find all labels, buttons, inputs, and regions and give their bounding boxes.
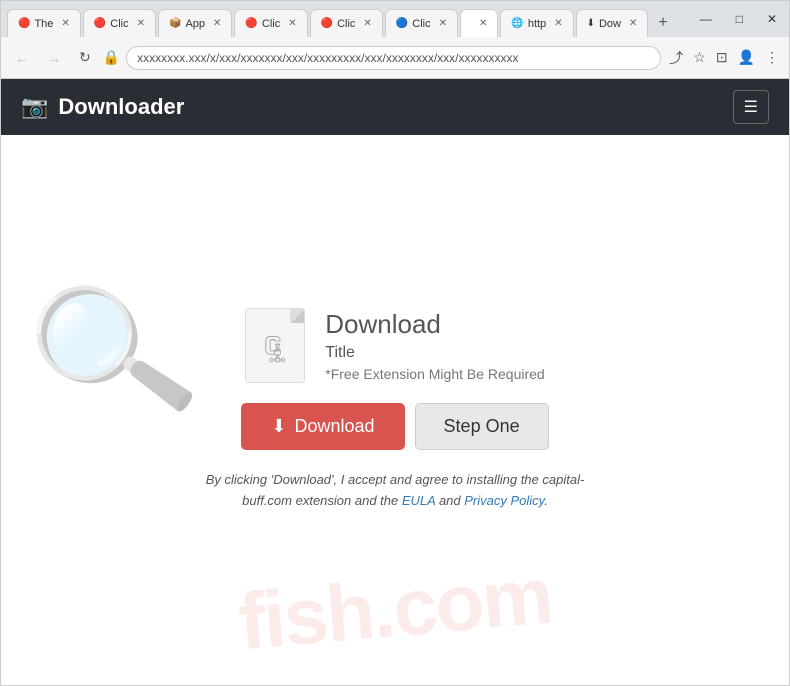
tab-1[interactable]: 🔴 The ✕	[7, 9, 81, 37]
card-subtitle: Title	[325, 344, 544, 362]
tab-6-label: Clic	[412, 18, 430, 30]
split-icon[interactable]: ⊡	[714, 47, 730, 68]
tab-9-label: Dow	[599, 18, 621, 30]
navbar: 📷 Downloader ☰	[1, 79, 789, 135]
file-icon: 🗜	[245, 308, 305, 383]
card-note: *Free Extension Might Be Required	[325, 366, 544, 382]
tab-1-icon: 🔴	[18, 18, 30, 29]
tab-5-icon: 🔴	[321, 18, 333, 29]
card-info: Download Title *Free Extension Might Be …	[325, 309, 544, 382]
refresh-button[interactable]: ↻	[73, 45, 97, 70]
browser-frame: 🔴The✕ 🔴Clic✕ 📦App✕ 🔴Clic✕ 🔴Clic✕ 🔵Clic✕ …	[0, 0, 790, 686]
tab-3-label: App	[185, 18, 205, 30]
tab-1-close[interactable]: ✕	[61, 18, 69, 29]
new-tab-button[interactable]: +	[650, 9, 675, 37]
tab-4[interactable]: 🔴 Clic ✕	[234, 9, 307, 37]
download-card: 🗜 Download Title *Free Extension Might B…	[205, 308, 585, 512]
tab-8-label: http	[528, 18, 546, 30]
navbar-brand-text: Downloader	[58, 94, 184, 120]
tab-8-close[interactable]: ✕	[554, 18, 562, 29]
tab-5-close[interactable]: ✕	[363, 18, 371, 29]
card-title: Download	[325, 309, 544, 340]
tab-4-icon: 🔴	[245, 18, 257, 29]
lock-icon: 🔒	[103, 49, 120, 66]
navbar-brand: 📷 Downloader	[21, 94, 184, 120]
menu-icon[interactable]: ⋮	[763, 47, 781, 68]
tab-9[interactable]: ⬇ Dow ✕	[576, 9, 649, 37]
download-button-label: Download	[294, 416, 374, 437]
tab-9-close[interactable]: ✕	[629, 18, 637, 29]
tab-6-icon: 🔵	[396, 18, 408, 29]
share-icon[interactable]: ⤴	[667, 46, 685, 70]
tab-2-label: Clic	[110, 18, 128, 30]
camera-icon: 📷	[21, 94, 48, 120]
eula-link[interactable]: EULA	[402, 493, 435, 508]
tab-7-close[interactable]: ✕	[479, 18, 487, 29]
tab-3-close[interactable]: ✕	[213, 18, 221, 29]
profile-icon[interactable]: 👤	[736, 47, 757, 68]
content-area: 🔍 fish.com 🗜 Download Title *Free Extens…	[1, 135, 789, 685]
forward-button[interactable]: →	[41, 46, 67, 70]
page: 📷 Downloader ☰ 🔍 fish.com 🗜	[1, 79, 789, 685]
tab-4-label: Clic	[262, 18, 280, 30]
agreement-and: and	[435, 493, 464, 508]
tab-7-active[interactable]: ✕	[460, 9, 498, 37]
agreement-after: .	[544, 493, 548, 508]
card-inner: 🗜 Download Title *Free Extension Might B…	[245, 308, 544, 383]
tab-2-icon: 🔴	[94, 18, 106, 29]
tabs-row: 🔴The✕ 🔴Clic✕ 📦App✕ 🔴Clic✕ 🔴Clic✕ 🔵Clic✕ …	[1, 1, 688, 37]
bookmark-icon[interactable]: ☆	[691, 47, 708, 68]
address-bar: ← → ↻ 🔒 ⤴ ☆ ⊡ 👤 ⋮	[1, 37, 789, 79]
tab-3-icon: 📦	[169, 18, 181, 29]
address-input[interactable]	[126, 46, 661, 70]
minimize-button[interactable]: —	[688, 5, 724, 33]
browser-top: 🔴The✕ 🔴Clic✕ 📦App✕ 🔴Clic✕ 🔴Clic✕ 🔵Clic✕ …	[1, 1, 789, 37]
tab-9-icon: ⬇	[587, 18, 595, 29]
tab-4-close[interactable]: ✕	[288, 18, 296, 29]
tab-5-label: Clic	[337, 18, 355, 30]
tab-1-label: The	[34, 18, 53, 30]
file-corner	[290, 309, 304, 323]
zip-icon: 🗜	[259, 334, 292, 365]
tab-5[interactable]: 🔴 Clic ✕	[310, 9, 383, 37]
tab-2[interactable]: 🔴 Clic ✕	[83, 9, 156, 37]
close-button[interactable]: ✕	[755, 5, 789, 33]
download-icon: ⬇	[271, 416, 286, 437]
tab-3[interactable]: 📦 App ✕	[158, 9, 232, 37]
navbar-toggle-button[interactable]: ☰	[733, 90, 769, 124]
window-controls: — □ ✕	[688, 1, 789, 37]
maximize-button[interactable]: □	[724, 5, 755, 33]
buttons-row: ⬇ Download Step One	[241, 403, 548, 450]
tab-6-close[interactable]: ✕	[439, 18, 447, 29]
tab-2-close[interactable]: ✕	[137, 18, 145, 29]
tab-8-icon: 🌐	[511, 18, 523, 29]
agreement-text: By clicking 'Download', I accept and agr…	[205, 470, 585, 512]
tab-8[interactable]: 🌐 http ✕	[500, 9, 573, 37]
step-one-button[interactable]: Step One	[415, 403, 549, 450]
back-button[interactable]: ←	[9, 46, 35, 70]
address-icons: ⤴ ☆ ⊡ 👤 ⋮	[667, 46, 781, 70]
download-button[interactable]: ⬇ Download	[241, 403, 404, 450]
tab-6[interactable]: 🔵 Clic ✕	[385, 9, 458, 37]
text-watermark: fish.com	[1, 529, 789, 685]
privacy-policy-link[interactable]: Privacy Policy	[464, 493, 544, 508]
magnify-watermark: 🔍	[19, 262, 205, 441]
